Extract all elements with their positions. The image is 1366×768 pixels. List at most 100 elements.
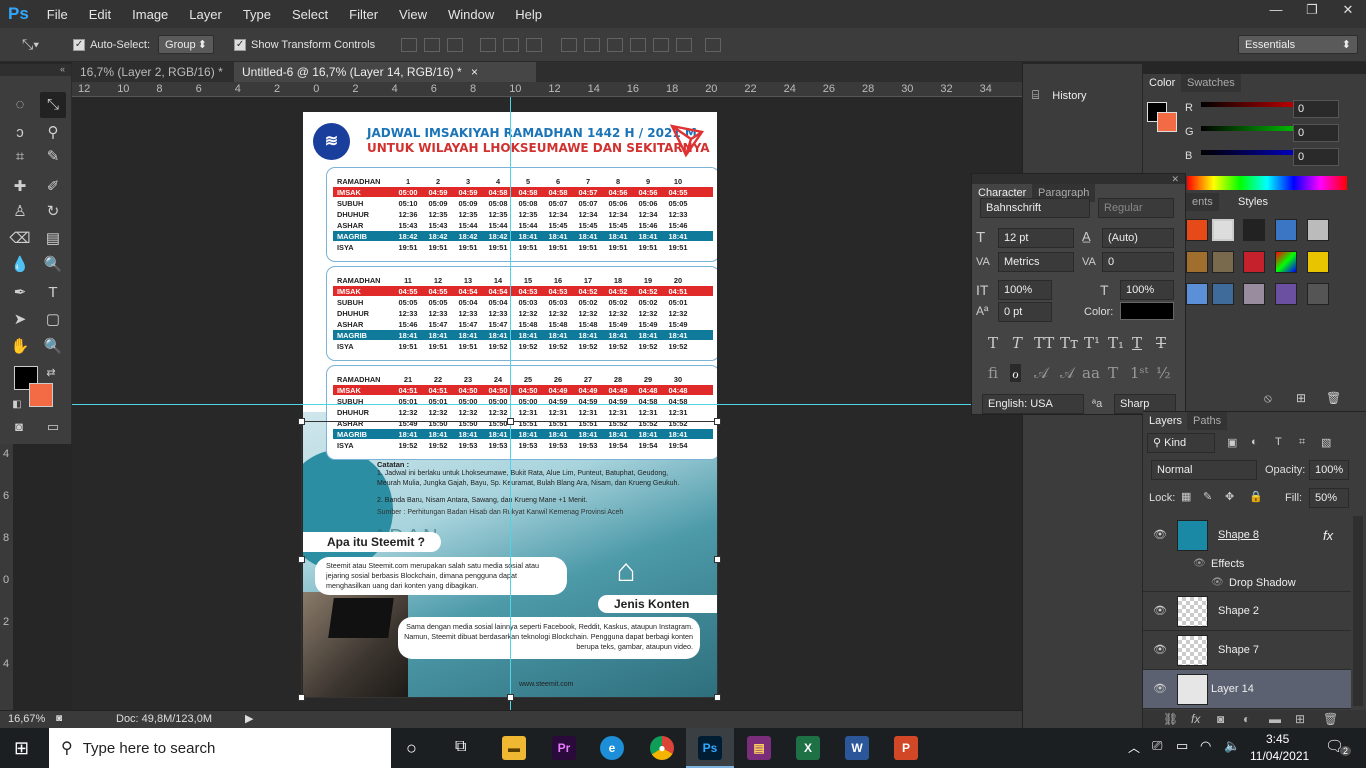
transform-handle-tr[interactable] xyxy=(714,418,721,425)
lock-transparent-icon[interactable]: ▦ xyxy=(1181,490,1191,503)
new-layer-icon[interactable]: ⊞ xyxy=(1295,712,1305,726)
align-top-icon[interactable] xyxy=(401,37,418,52)
transform-handle-mr[interactable] xyxy=(714,556,721,563)
eraser-tool-icon[interactable]: ⌫ xyxy=(7,226,33,252)
layers-scrollbar[interactable] xyxy=(1353,516,1363,706)
ordinals-icon[interactable]: T xyxy=(1108,364,1118,382)
baseline-shift-field[interactable]: 0 pt xyxy=(998,302,1052,322)
delete-style-icon[interactable]: 🗑 xyxy=(1326,391,1341,405)
dodge-tool-icon[interactable]: 🔍 xyxy=(40,252,66,278)
align-right-icon[interactable] xyxy=(526,37,543,52)
transform-handle-ml[interactable] xyxy=(298,556,305,563)
subscript-icon[interactable]: T₁ xyxy=(1108,334,1124,352)
auto-select-dropdown[interactable]: Group ⬍ xyxy=(158,35,215,54)
tray-chevron-icon[interactable]: ︿ xyxy=(1128,739,1140,756)
doc-tab-1[interactable]: 16,7% (Layer 2, RGB/16) * × xyxy=(72,62,232,99)
stamp-tool-icon[interactable]: ♙ xyxy=(7,199,33,225)
tray-wifi-icon[interactable]: ◠ xyxy=(1200,738,1211,754)
layer-row-selected[interactable]: 👁 Layer 14 xyxy=(1143,670,1351,709)
tab-swatches[interactable]: Swatches xyxy=(1181,74,1241,92)
new-group-icon[interactable]: ▬ xyxy=(1269,712,1281,726)
history-brush-tool-icon[interactable]: ↻ xyxy=(40,199,66,225)
menu-help[interactable]: Help xyxy=(515,7,542,22)
menu-window[interactable]: Window xyxy=(448,7,494,22)
distribute-hcenter-icon[interactable] xyxy=(653,37,670,52)
layer-row[interactable]: 👁 Shape 2 xyxy=(1143,592,1351,631)
close-icon[interactable]: × xyxy=(471,65,478,79)
style-swatch[interactable] xyxy=(1186,283,1208,305)
distribute-left-icon[interactable] xyxy=(630,37,647,52)
align-left-icon[interactable] xyxy=(480,37,497,52)
style-swatch[interactable] xyxy=(1275,219,1297,241)
align-vcenter-icon[interactable] xyxy=(424,37,441,52)
style-swatch[interactable] xyxy=(1307,283,1329,305)
clear-style-icon[interactable]: ⦸ xyxy=(1264,391,1272,406)
hand-tool-icon[interactable]: ✋ xyxy=(7,334,33,360)
lock-position-icon[interactable]: ✥ xyxy=(1225,490,1234,503)
taskbar-date[interactable]: 11/04/2021 xyxy=(1250,749,1309,763)
channel-b-value[interactable]: 0 xyxy=(1293,148,1339,166)
move-tool-icon[interactable]: ⤡▾ xyxy=(22,36,39,53)
filter-adjustment-icon[interactable]: ◐ xyxy=(1251,436,1258,448)
kerning-field[interactable]: Metrics xyxy=(998,252,1074,272)
style-swatch[interactable] xyxy=(1275,251,1297,273)
tracking-field[interactable]: 0 xyxy=(1102,252,1174,272)
distribute-bottom-icon[interactable] xyxy=(607,37,624,52)
effects-eye-icon[interactable]: 👁 xyxy=(1193,558,1206,569)
leading-field[interactable]: (Auto) xyxy=(1102,228,1174,248)
color-spectrum-bar[interactable] xyxy=(1187,176,1347,190)
show-transform-checkbox[interactable]: ✓ xyxy=(234,38,247,51)
link-layers-icon[interactable]: ⛓ xyxy=(1163,712,1178,726)
path-select-tool-icon[interactable]: ➤ xyxy=(7,307,33,333)
menu-file[interactable]: File xyxy=(47,7,68,22)
channel-g-value[interactable]: 0 xyxy=(1293,124,1339,142)
healing-tool-icon[interactable]: ✚ xyxy=(7,174,33,200)
style-swatch[interactable] xyxy=(1186,219,1208,241)
auto-select-checkbox[interactable]: ✓ xyxy=(73,38,86,51)
minimize-button[interactable]: — xyxy=(1258,0,1294,22)
taskbar-search-box[interactable]: ⚲ Type here to search xyxy=(49,728,391,768)
swap-colors-icon[interactable]: ⇄ xyxy=(38,360,64,386)
file-explorer-icon[interactable]: ▬ xyxy=(502,736,526,760)
chrome-icon[interactable]: ● xyxy=(650,736,674,760)
excel-icon[interactable]: X xyxy=(796,736,820,760)
brush-tool-icon[interactable]: ✐ xyxy=(40,174,66,200)
filter-pixel-icon[interactable]: ▣ xyxy=(1227,436,1237,449)
opacity-field[interactable]: 100% xyxy=(1309,460,1349,480)
transform-bounding-box[interactable] xyxy=(301,421,718,698)
guide-horizontal[interactable] xyxy=(72,404,972,405)
style-swatch[interactable] xyxy=(1275,283,1297,305)
layer-kind-filter[interactable]: ⚲ Kind xyxy=(1147,433,1215,453)
style-swatch[interactable] xyxy=(1186,251,1208,273)
font-style-dropdown[interactable]: Regular xyxy=(1098,198,1174,218)
transform-handle-tl[interactable] xyxy=(298,418,305,425)
eyedropper-tool-icon[interactable]: ✎ xyxy=(40,144,66,170)
distribute-right-icon[interactable] xyxy=(676,37,693,52)
transform-handle-br[interactable] xyxy=(714,694,721,701)
menu-type[interactable]: Type xyxy=(243,7,271,22)
add-style-icon[interactable]: fx xyxy=(1191,712,1200,726)
word-icon[interactable]: W xyxy=(845,736,869,760)
font-family-dropdown[interactable]: Bahnschrift xyxy=(980,198,1090,218)
pen-tool-icon[interactable]: ✒ xyxy=(7,280,33,306)
style-swatch[interactable] xyxy=(1212,219,1234,241)
edge-icon[interactable]: e xyxy=(600,736,624,760)
style-swatch[interactable] xyxy=(1212,283,1234,305)
menu-edit[interactable]: Edit xyxy=(89,7,111,22)
superscript-icon[interactable]: T¹ xyxy=(1084,334,1100,352)
type-tool-icon[interactable]: T xyxy=(40,280,66,306)
zoom-tool-icon[interactable]: 🔍 xyxy=(40,334,66,360)
screen-mode-icon[interactable]: ▭ xyxy=(40,414,66,440)
auto-align-icon[interactable] xyxy=(705,37,722,52)
strikethrough-icon[interactable]: T xyxy=(1156,334,1166,352)
font-size-field[interactable]: 12 pt xyxy=(998,228,1074,248)
restore-button[interactable]: ❐ xyxy=(1294,0,1330,22)
tab-styles[interactable]: Styles xyxy=(1232,193,1274,211)
marquee-tool-icon[interactable]: ◌ xyxy=(7,92,33,118)
channel-r-value[interactable]: 0 xyxy=(1293,100,1339,118)
fill-field[interactable]: 50% xyxy=(1309,488,1349,508)
tab-color[interactable]: Color xyxy=(1143,74,1182,92)
tray-volume-icon[interactable]: 🔈 xyxy=(1224,738,1240,754)
quick-select-tool-icon[interactable]: ⚲ xyxy=(40,120,66,146)
tab-layers[interactable]: Layers xyxy=(1143,412,1189,430)
